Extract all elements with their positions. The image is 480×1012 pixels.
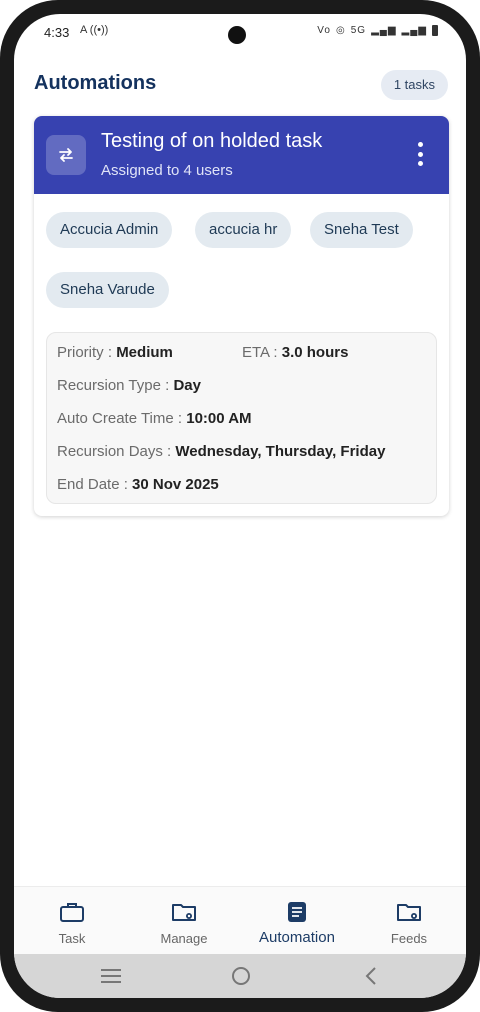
recursion-type-row: Recursion Type : Day — [57, 377, 201, 394]
recent-apps-icon[interactable] — [97, 962, 125, 990]
user-chip: Sneha Varude — [46, 272, 169, 308]
recursion-type-value: Day — [173, 377, 201, 394]
screen: 4:33 A ((•)) Vo ◎ 5G ▂▄▆ ▂▄▆ Automations… — [14, 14, 466, 998]
nav-item-automation[interactable]: Automation — [247, 887, 347, 955]
auto-create-time-label: Auto Create Time : — [57, 410, 187, 427]
priority-value: Medium — [116, 344, 173, 361]
recursion-type-label: Recursion Type : — [57, 377, 174, 394]
nav-label-manage: Manage — [160, 931, 208, 946]
bottom-nav: Task Manage Automation Feeds — [14, 886, 466, 955]
status-time: 4:33 — [44, 25, 70, 40]
nav-label-automation: Automation — [259, 929, 335, 946]
automation-card[interactable]: Testing of on holded task Assigned to 4 … — [34, 116, 449, 516]
battery-icon — [432, 25, 438, 36]
front-camera — [228, 26, 246, 44]
details-box: Priority : Medium ETA : 3.0 hours Recurs… — [46, 332, 437, 504]
user-chip: accucia hr — [195, 212, 292, 248]
more-options-icon[interactable] — [417, 142, 423, 166]
recursion-days-value: Wednesday, Thursday, Friday — [175, 443, 386, 460]
end-date-label: End Date : — [57, 476, 133, 493]
auto-create-time-value: 10:00 AM — [186, 410, 252, 427]
repeat-icon — [46, 135, 86, 175]
phone-frame: 4:33 A ((•)) Vo ◎ 5G ▂▄▆ ▂▄▆ Automations… — [0, 0, 480, 1012]
nav-item-task[interactable]: Task — [22, 887, 122, 955]
nav-label-feeds: Feeds — [390, 931, 428, 946]
card-subtitle: Assigned to 4 users — [101, 162, 233, 179]
back-icon[interactable] — [357, 962, 385, 990]
hotspot-icon: ◎ — [335, 25, 346, 36]
page-title: Automations — [34, 72, 157, 94]
card-title: Testing of on holded task — [101, 130, 323, 152]
end-date-value: 30 Nov 2025 — [132, 476, 219, 493]
signal-icon-2: ▂▄▆ — [401, 25, 427, 36]
status-right-icons: Vo ◎ 5G ▂▄▆ ▂▄▆ — [317, 25, 438, 36]
nav-item-feeds[interactable]: Feeds — [359, 887, 459, 955]
document-icon — [288, 902, 306, 922]
auto-create-time-row: Auto Create Time : 10:00 AM — [57, 410, 252, 427]
priority-row: Priority : Medium — [57, 344, 173, 361]
recursion-days-label: Recursion Days : — [57, 443, 176, 460]
eta-row: ETA : 3.0 hours — [242, 344, 348, 361]
nav-label-task: Task — [58, 931, 86, 946]
card-header: Testing of on holded task Assigned to 4 … — [34, 116, 449, 194]
signal-icon: ▂▄▆ — [371, 25, 397, 36]
recursion-days-row: Recursion Days : Wednesday, Thursday, Fr… — [57, 443, 385, 460]
network-5g-icon: 5G — [350, 25, 367, 36]
folder-gear-icon — [172, 904, 196, 921]
task-count-badge: 1 tasks — [380, 70, 448, 100]
status-left-icons: A ((•)) — [80, 24, 109, 36]
volte-icon: Vo — [317, 25, 331, 36]
user-chip: Sneha Test — [310, 212, 413, 248]
system-nav-bar — [14, 954, 466, 998]
eta-value: 3.0 hours — [281, 344, 349, 361]
status-bar: 4:33 A ((•)) Vo ◎ 5G ▂▄▆ ▂▄▆ — [14, 14, 466, 54]
nav-item-manage[interactable]: Manage — [134, 887, 234, 955]
end-date-row: End Date : 30 Nov 2025 — [57, 476, 219, 493]
priority-label: Priority : — [57, 344, 117, 361]
home-icon[interactable] — [227, 962, 255, 990]
folder-gear-icon — [397, 904, 421, 921]
eta-label: ETA : — [242, 344, 282, 361]
briefcase-icon — [60, 903, 84, 922]
user-chip: Accucia Admin — [46, 212, 173, 248]
